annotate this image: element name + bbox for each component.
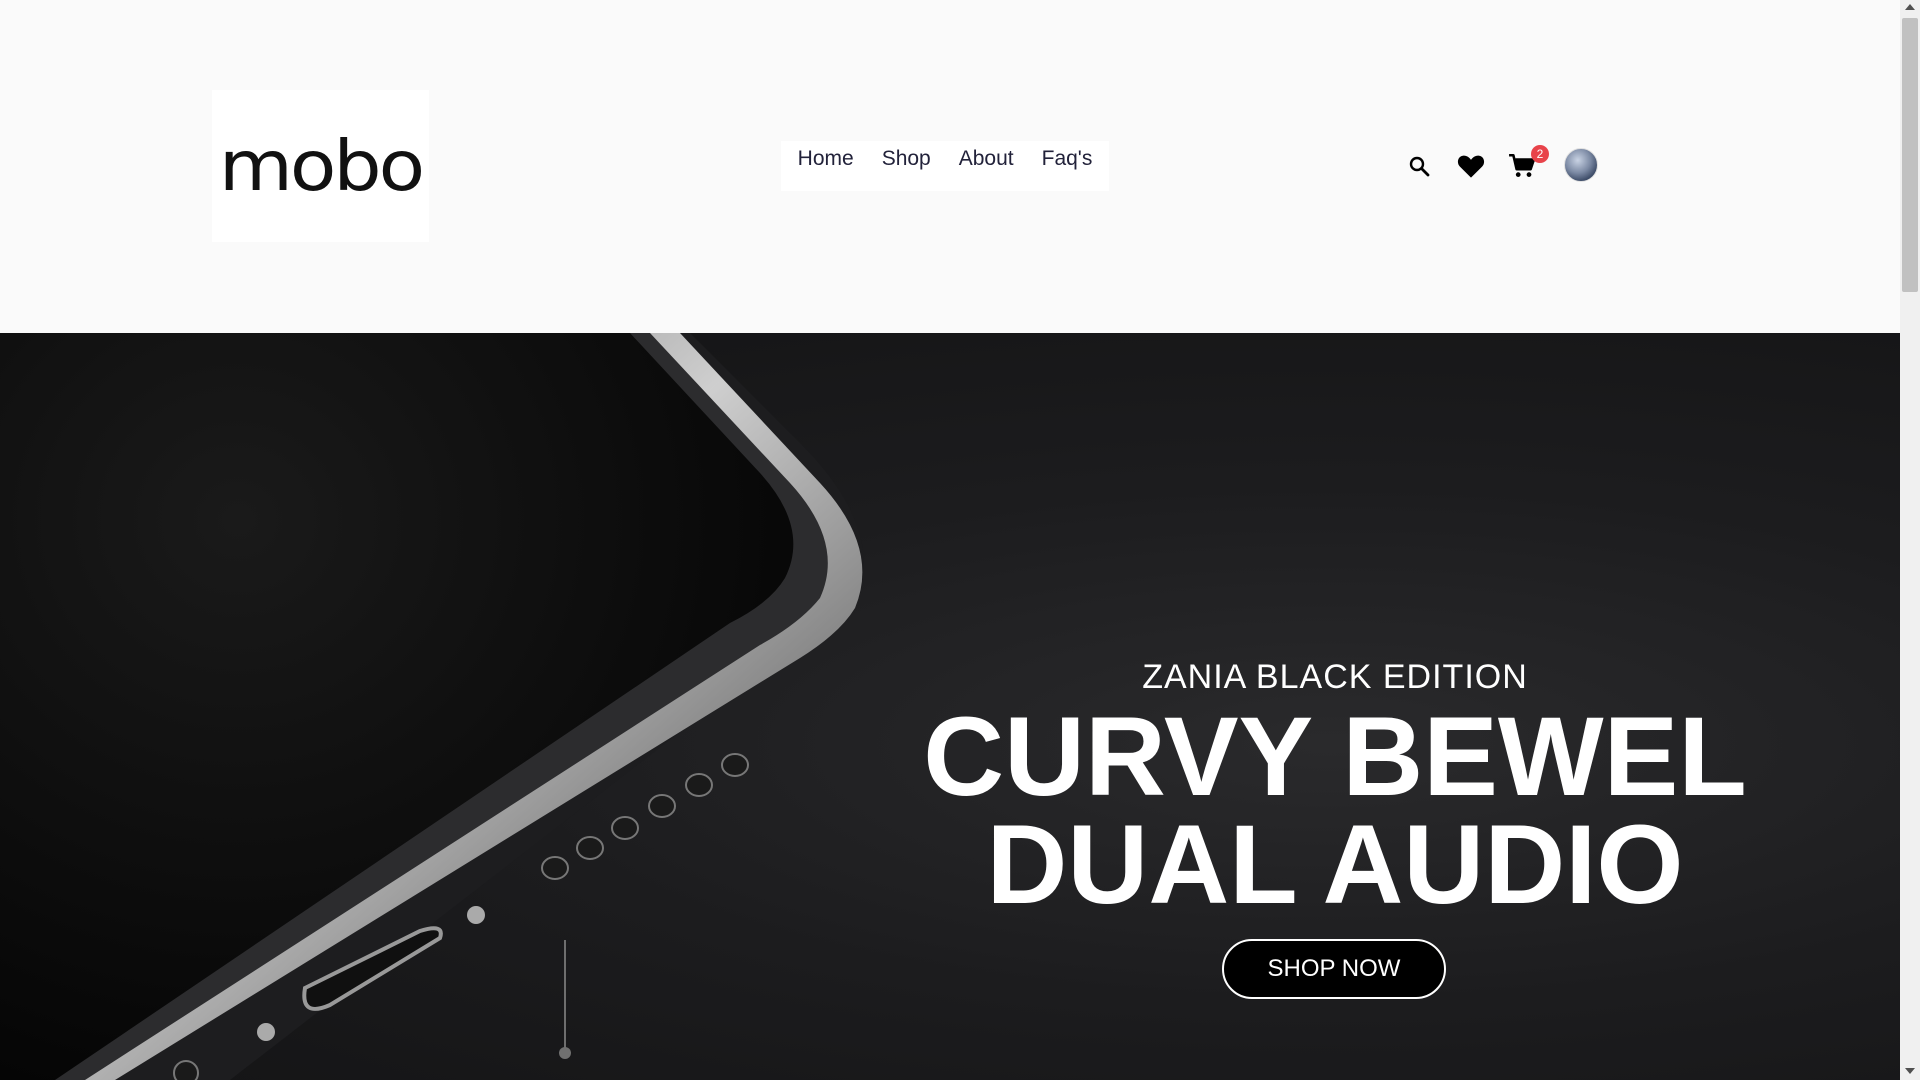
hero-title-line-2: DUAL AUDIO (986, 802, 1684, 927)
scroll-indicator-line (564, 940, 566, 1052)
shop-now-button[interactable]: SHOP NOW (1222, 939, 1446, 999)
nav-about[interactable]: About (959, 147, 1014, 171)
nav-home[interactable]: Home (798, 147, 854, 171)
scroll-indicator-dot (559, 1047, 571, 1059)
hero-title-line-1: CURVY BEWEL (923, 694, 1747, 819)
hero-subtitle: ZANIA BLACK EDITION (1142, 658, 1528, 696)
hero-text-block: ZANIA BLACK EDITION CURVY BEWEL DUAL AUD… (900, 658, 1770, 921)
cart-count-badge: 2 (1531, 145, 1549, 163)
main-nav: Home Shop About Faq's (781, 141, 1109, 191)
hero-title: CURVY BEWEL DUAL AUDIO (900, 701, 1770, 921)
scroll-up-arrow-icon[interactable] (1905, 4, 1915, 10)
scrollbar-thumb[interactable] (1902, 18, 1918, 292)
user-avatar[interactable] (1564, 148, 1598, 182)
logo[interactable]: mobo (212, 90, 429, 242)
heart-icon[interactable] (1453, 148, 1489, 184)
phone-image (0, 333, 864, 1080)
nav-faqs[interactable]: Faq's (1042, 147, 1093, 171)
logo-text: mobo (218, 124, 425, 207)
site-header: mobo Home Shop About Faq's 2 (0, 0, 1900, 333)
hero-banner: ZANIA BLACK EDITION CURVY BEWEL DUAL AUD… (0, 333, 1900, 1080)
nav-shop[interactable]: Shop (882, 147, 931, 171)
scroll-down-arrow-icon[interactable] (1905, 1068, 1915, 1074)
search-icon[interactable] (1401, 148, 1437, 184)
